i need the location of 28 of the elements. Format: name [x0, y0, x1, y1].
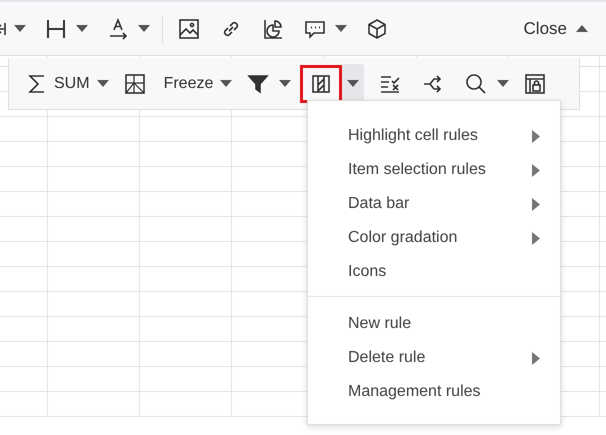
- caret-icon[interactable]: [335, 25, 347, 32]
- freeze-button[interactable]: Freeze: [160, 72, 216, 96]
- submenu-arrow-icon: [532, 232, 540, 244]
- submenu-arrow-icon: [532, 198, 540, 210]
- menu-item[interactable]: Highlight cell rules: [308, 119, 560, 153]
- caret-icon[interactable]: [279, 80, 292, 87]
- menu-item[interactable]: Icons: [308, 255, 560, 289]
- submenu-arrow-icon: [532, 164, 540, 176]
- menu-item[interactable]: New rule: [308, 307, 560, 341]
- menu-item[interactable]: Data bar: [308, 187, 560, 221]
- caret-icon[interactable]: [14, 25, 26, 32]
- sum-button[interactable]: SUM: [23, 70, 93, 98]
- submenu-arrow-icon: [532, 130, 540, 142]
- caret-icon[interactable]: [347, 80, 360, 87]
- caret-icon[interactable]: [96, 80, 109, 87]
- caret-icon[interactable]: [138, 25, 150, 32]
- image-icon[interactable]: [177, 16, 201, 40]
- caret-icon[interactable]: [76, 25, 88, 32]
- menu-item[interactable]: Color gradation: [308, 221, 560, 255]
- menu-item[interactable]: Item selection rules: [308, 153, 560, 187]
- caret-icon[interactable]: [497, 80, 510, 87]
- up-caret-icon: [576, 25, 588, 32]
- menu-item[interactable]: Delete rule: [308, 341, 560, 375]
- cube-icon[interactable]: [365, 16, 389, 40]
- menu-item[interactable]: Management rules: [308, 375, 560, 409]
- submenu-arrow-icon: [532, 352, 540, 364]
- caret-icon[interactable]: [220, 80, 232, 87]
- close-button[interactable]: Close: [524, 18, 588, 38]
